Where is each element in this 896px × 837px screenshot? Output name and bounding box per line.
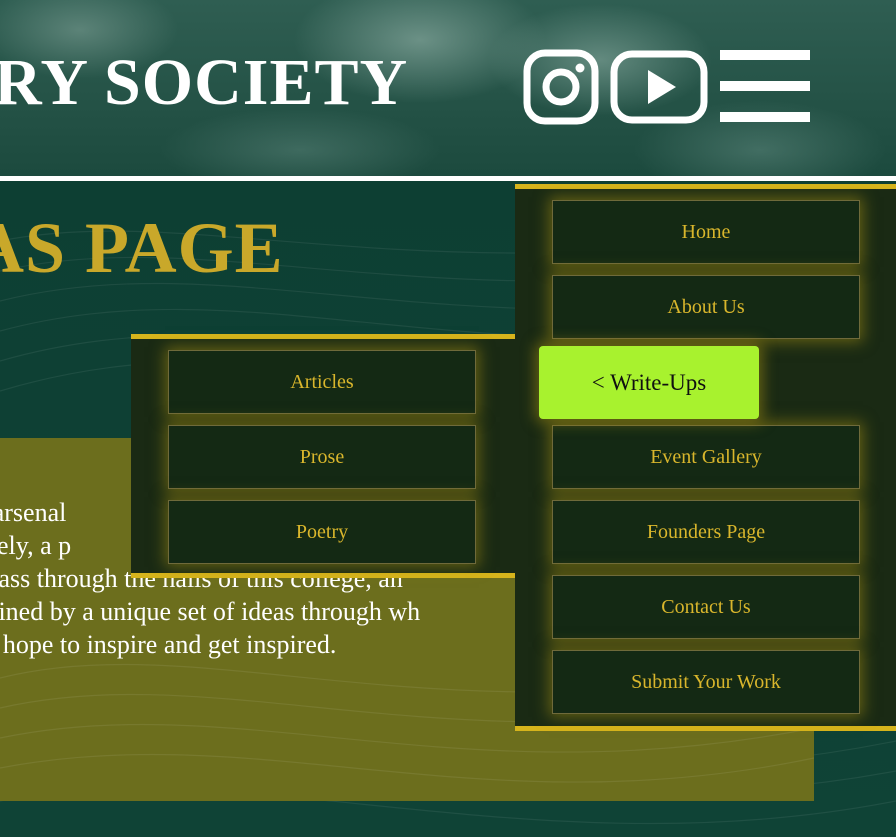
site-header: RY SOCIETY bbox=[0, 0, 896, 176]
submenu-item-prose[interactable]: Prose bbox=[168, 425, 476, 489]
main-nav-menu: Home About Us Event Gallery Founders Pag… bbox=[515, 184, 896, 731]
site-title: RY SOCIETY bbox=[0, 46, 409, 119]
submenu-item-articles[interactable]: Articles bbox=[168, 350, 476, 414]
hamburger-menu-icon[interactable] bbox=[720, 48, 810, 131]
instagram-icon[interactable] bbox=[522, 48, 600, 131]
nav-item-home[interactable]: Home bbox=[552, 200, 860, 264]
submenu-item-poetry[interactable]: Poetry bbox=[168, 500, 476, 564]
nav-item-write-ups[interactable]: < Write-Ups bbox=[539, 346, 759, 419]
nav-item-founders-page[interactable]: Founders Page bbox=[552, 500, 860, 564]
nav-item-submit-your-work[interactable]: Submit Your Work bbox=[552, 650, 860, 714]
nav-item-about-us[interactable]: About Us bbox=[552, 275, 860, 339]
youtube-icon[interactable] bbox=[610, 48, 708, 131]
nav-item-event-gallery[interactable]: Event Gallery bbox=[552, 425, 860, 489]
writeups-submenu: Articles Prose Poetry bbox=[131, 334, 519, 578]
nav-item-contact-us[interactable]: Contact Us bbox=[552, 575, 860, 639]
page-heading: AS PAGE bbox=[0, 208, 284, 288]
